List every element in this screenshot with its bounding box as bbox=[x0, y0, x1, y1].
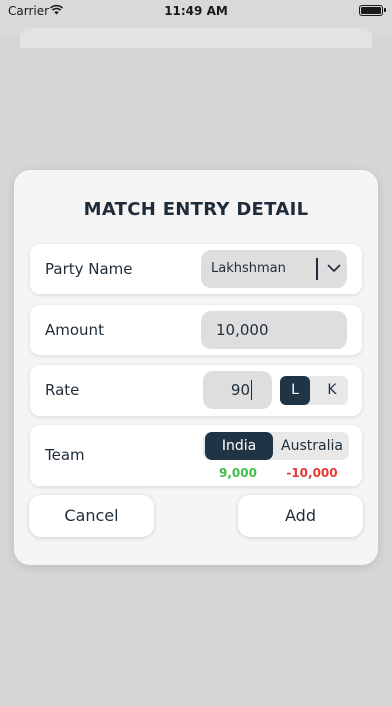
team-row: Team India Australia 9,000 -10,000 bbox=[30, 425, 362, 486]
add-button[interactable]: Add bbox=[238, 495, 363, 537]
team-option-india[interactable]: India bbox=[205, 432, 273, 460]
australia-amount: -10,000 bbox=[286, 466, 338, 480]
amount-input[interactable]: 10,000 bbox=[201, 311, 347, 349]
dropdown-separator bbox=[316, 258, 318, 280]
team-option-australia[interactable]: Australia bbox=[275, 432, 349, 460]
text-cursor bbox=[250, 380, 252, 400]
party-name-label: Party Name bbox=[45, 260, 133, 278]
status-bar: Carrier 11:49 AM bbox=[0, 0, 392, 22]
rate-unit-l[interactable]: L bbox=[280, 376, 310, 405]
amount-label: Amount bbox=[45, 321, 104, 339]
party-name-value: Lakhshman bbox=[211, 261, 286, 276]
match-entry-dialog: MATCH ENTRY DETAIL Party Name Lakhshman … bbox=[14, 170, 378, 565]
rate-input[interactable]: 90 bbox=[203, 371, 272, 409]
dialog-title: MATCH ENTRY DETAIL bbox=[83, 199, 309, 220]
rate-label: Rate bbox=[45, 381, 80, 399]
party-name-row: Party Name Lakhshman bbox=[30, 244, 362, 294]
india-amount: 9,000 bbox=[219, 466, 257, 480]
rate-value: 90 bbox=[230, 381, 250, 399]
battery-icon bbox=[359, 5, 386, 16]
cancel-button[interactable]: Cancel bbox=[29, 495, 154, 537]
amount-value: 10,000 bbox=[216, 321, 269, 339]
rate-row: Rate 90 L K bbox=[30, 365, 362, 416]
status-time: 11:49 AM bbox=[164, 4, 228, 18]
team-label: Team bbox=[45, 446, 85, 464]
rate-unit-k[interactable]: K bbox=[317, 376, 347, 405]
team-segmented-control[interactable]: India Australia bbox=[203, 432, 349, 460]
rate-unit-toggle[interactable]: L K bbox=[280, 376, 348, 405]
party-name-dropdown[interactable]: Lakhshman bbox=[201, 250, 347, 288]
chevron-down-icon[interactable] bbox=[327, 261, 341, 275]
amount-row: Amount 10,000 bbox=[30, 305, 362, 355]
